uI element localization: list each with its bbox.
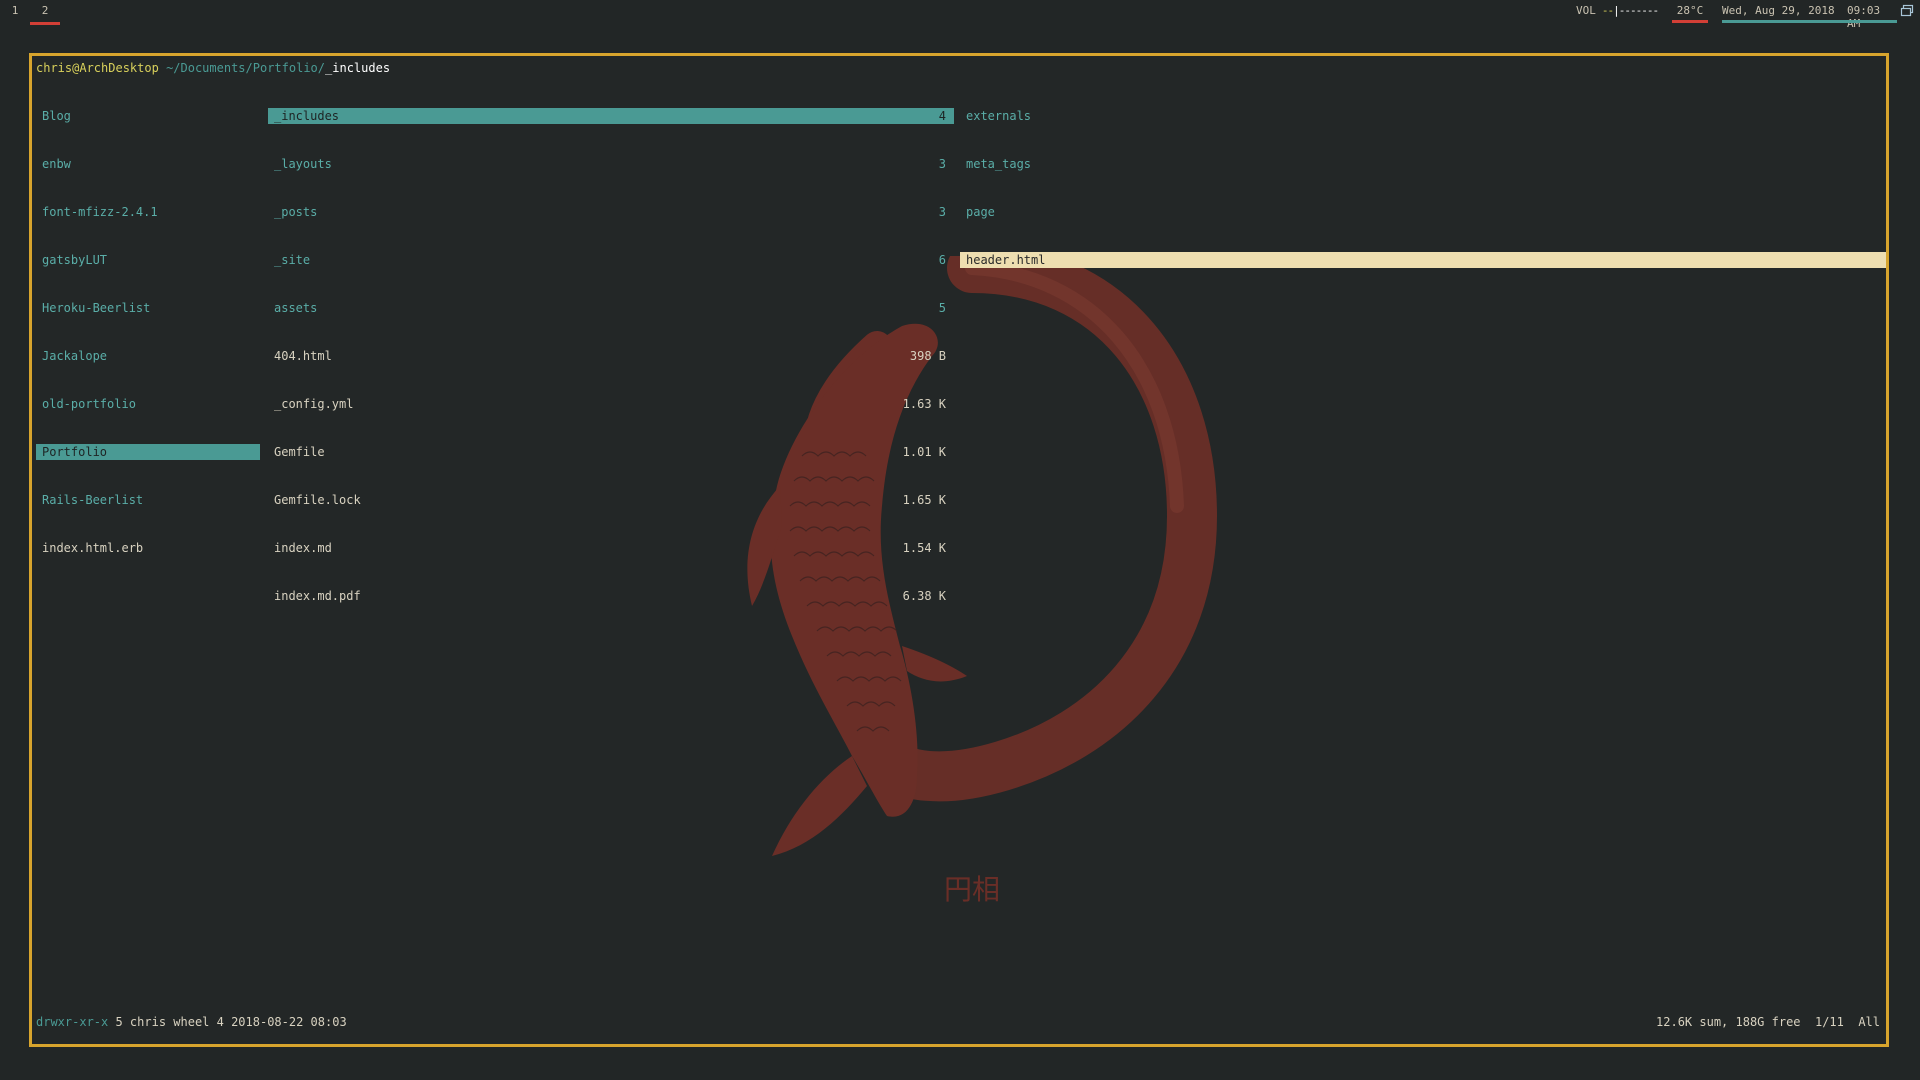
date-text: Wed, Aug 29, 2018 xyxy=(1722,4,1835,17)
item-size: 1.63 K xyxy=(902,397,946,411)
preview-column: externals meta_tags page header.html xyxy=(960,76,1886,300)
item-size: 1.54 K xyxy=(902,541,946,555)
list-item[interactable]: _layouts 3 xyxy=(268,156,954,172)
list-item[interactable]: index.md.pdf 6.38 K xyxy=(268,588,954,604)
list-item[interactable]: font-mfizz-2.4.1 xyxy=(36,204,260,220)
item-name: _includes xyxy=(274,109,340,123)
wallpaper-caption: 円相 xyxy=(944,873,1000,906)
item-name: _config.yml xyxy=(274,397,354,411)
list-item[interactable]: Gemfile.lock 1.65 K xyxy=(268,492,954,508)
current-directory-column: _includes 4 _layouts 3 _posts 3 _site 6 asse… xyxy=(268,76,954,636)
item-name: Gemfile xyxy=(274,445,325,459)
list-item[interactable]: assets 5 xyxy=(268,300,954,316)
directory-summary: 12.6K sum, 188G free 1/11 All xyxy=(1656,1015,1880,1029)
user-host: chris@ArchDesktop xyxy=(36,61,159,75)
volume-label: VOL xyxy=(1576,4,1596,17)
temperature-indicator: 28°C xyxy=(1672,4,1708,23)
parent-directory-column: Blog enbw font-mfizz-2.4.1 gatsbyLUT Her… xyxy=(36,76,260,588)
item-size: 1.01 K xyxy=(902,445,946,459)
item-size: 6 xyxy=(938,253,946,267)
item-name: _layouts xyxy=(274,157,332,171)
list-item[interactable]: Rails-Beerlist xyxy=(36,492,260,508)
list-item-selected[interactable]: Portfolio xyxy=(36,444,260,460)
list-item[interactable]: enbw xyxy=(36,156,260,172)
list-item-selected[interactable]: header.html xyxy=(960,252,1886,268)
list-item[interactable]: meta_tags xyxy=(960,156,1886,172)
file-details: 5 chris wheel 4 2018-08-22 08:03 xyxy=(108,1015,347,1029)
list-item[interactable]: externals xyxy=(960,108,1886,124)
terminal-window[interactable]: 円相 chris@ArchDesktop ~/Documents/Portfol… xyxy=(29,53,1889,1047)
list-item-selected[interactable]: _includes 4 xyxy=(268,108,954,124)
current-path: chris@ArchDesktop ~/Documents/Portfolio/… xyxy=(36,60,390,76)
list-item[interactable]: Gemfile 1.01 K xyxy=(268,444,954,460)
list-item[interactable]: _posts 3 xyxy=(268,204,954,220)
workspace-1[interactable]: 1 xyxy=(0,4,30,17)
item-size: 3 xyxy=(938,205,946,219)
list-item[interactable]: Heroku-Beerlist xyxy=(36,300,260,316)
item-name: _posts xyxy=(274,205,318,219)
list-item[interactable]: index.html.erb xyxy=(36,540,260,556)
volume-level-rest: |------- xyxy=(1613,4,1659,17)
item-name: index.md xyxy=(274,541,332,555)
list-item[interactable]: page xyxy=(960,204,1886,220)
item-name: Gemfile.lock xyxy=(274,493,361,507)
item-size: 4 xyxy=(938,109,946,123)
item-name: 404.html xyxy=(274,349,332,363)
screen-icon[interactable] xyxy=(1900,4,1914,18)
item-size: 6.38 K xyxy=(902,589,946,603)
path-current: _includes xyxy=(325,61,391,75)
item-name: _site xyxy=(274,253,311,267)
list-item[interactable]: index.md 1.54 K xyxy=(268,540,954,556)
clock: Wed, Aug 29, 2018 09:03 AM xyxy=(1722,4,1897,30)
item-size: 1.65 K xyxy=(902,493,946,507)
list-item[interactable]: Blog xyxy=(36,108,260,124)
item-size: 3 xyxy=(938,157,946,171)
top-bar: 1 2 VOL --|------- 28°C Wed, Aug 29, 2018… xyxy=(0,0,1920,30)
volume-level-filled: -- xyxy=(1601,4,1614,17)
file-info-status: drwxr-xr-x 5 chris wheel 4 2018-08-22 08… xyxy=(36,1014,347,1030)
permissions: drwxr-xr-x xyxy=(36,1015,109,1029)
list-item[interactable]: _site 6 xyxy=(268,252,954,268)
time-text: 09:03 AM xyxy=(1847,4,1881,30)
list-item[interactable]: gatsbyLUT xyxy=(36,252,260,268)
list-item[interactable]: _config.yml 1.63 K xyxy=(268,396,954,412)
list-item[interactable]: Jackalope xyxy=(36,348,260,364)
item-name: assets xyxy=(274,301,318,315)
item-size: 5 xyxy=(938,301,946,315)
list-item[interactable]: old-portfolio xyxy=(36,396,260,412)
volume-indicator[interactable]: VOL --|------- xyxy=(1576,4,1659,17)
path-dir: ~/Documents/Portfolio/ xyxy=(166,61,326,75)
list-item[interactable]: 404.html 398 B xyxy=(268,348,954,364)
workspace-2[interactable]: 2 xyxy=(30,4,60,25)
item-size: 398 B xyxy=(909,349,946,363)
item-name: index.md.pdf xyxy=(274,589,361,603)
